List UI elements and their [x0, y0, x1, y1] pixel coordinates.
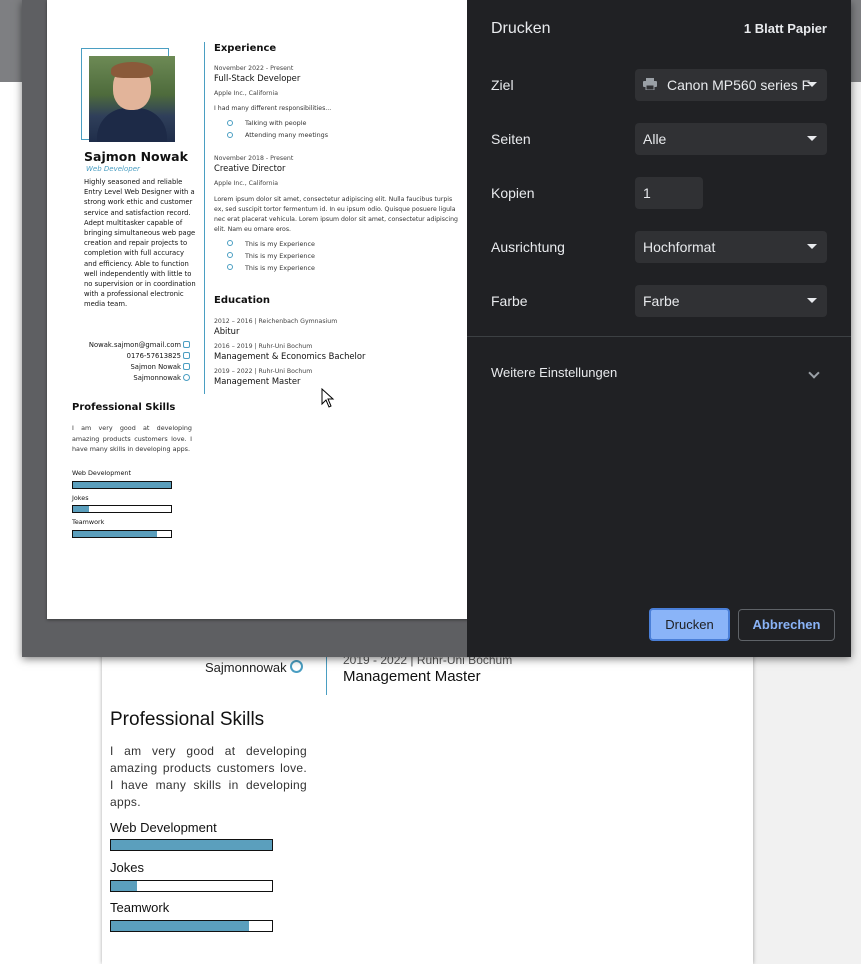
- contact-email: Nowak.sajmon@gmail.com: [88, 341, 181, 349]
- sheet-count: 1 Blatt Papier: [743, 21, 827, 36]
- skill-label: Web Development: [72, 469, 131, 477]
- education-heading: Education: [214, 295, 270, 306]
- contact-phone: 0176-57613825: [126, 352, 181, 360]
- resume-name: Sajmon Nowak: [84, 149, 188, 164]
- background-skill-label: Web Development: [110, 820, 217, 835]
- bullet-icon: [227, 252, 233, 258]
- background-skills-text: I am very good at developing amazing pro…: [110, 744, 307, 809]
- resume-role: Web Developer: [86, 165, 140, 173]
- print-preview-page[interactable]: Sajmon Nowak Web Developer Highly season…: [47, 0, 485, 619]
- phone-icon: [183, 352, 190, 359]
- job-description: I had many different responsibilities...: [214, 105, 332, 112]
- skill-bar-fill: [73, 482, 171, 488]
- edu-meta: 2019 – 2022 | Ruhr-Uni Bochum: [214, 368, 313, 375]
- copies-label: Kopien: [491, 185, 535, 201]
- contact-github: Sajmonnowak: [133, 374, 181, 382]
- photo-shirt: [97, 108, 167, 142]
- photo-hair: [111, 62, 153, 78]
- mouse-cursor-icon: [321, 388, 335, 408]
- settings-divider: [467, 336, 851, 337]
- column-divider: [204, 42, 205, 394]
- skill-label: Teamwork: [72, 518, 105, 526]
- profile-photo: [89, 56, 175, 142]
- pages-label: Seiten: [491, 131, 531, 147]
- github-icon: [183, 374, 190, 381]
- job-bullet: This is my Experience: [245, 264, 315, 272]
- linkedin-icon: [183, 363, 190, 370]
- color-select[interactable]: Farbe: [635, 285, 827, 317]
- skill-bar-fill: [73, 506, 89, 512]
- skills-heading: Professional Skills: [72, 402, 176, 413]
- job-bullet: Attending many meetings: [245, 131, 329, 139]
- email-icon: [183, 341, 190, 348]
- edu-meta: 2012 – 2016 | Reichenbach Gymnasium: [214, 318, 338, 325]
- chevron-down-icon: [807, 82, 817, 87]
- background-skill-bar: [110, 880, 273, 892]
- resume-bio: Highly seasoned and reliable Entry Level…: [84, 178, 196, 309]
- job-description: Lorem ipsum dolor sit amet, consectetur …: [214, 196, 458, 233]
- chevron-down-icon: [807, 244, 817, 249]
- skill-label: Jokes: [72, 494, 89, 502]
- skill-bar: [72, 530, 172, 538]
- chevron-down-icon: [807, 136, 817, 141]
- edu-degree: Abitur: [214, 326, 240, 336]
- more-settings-toggle[interactable]: Weitere Einstellungen: [491, 365, 617, 380]
- edu-meta: 2016 – 2019 | Ruhr-Uni Bochum: [214, 343, 313, 350]
- job-bullet: Talking with people: [245, 119, 307, 127]
- bullet-icon: [227, 132, 233, 138]
- skill-bar-fill: [111, 921, 250, 931]
- skill-bar-fill: [73, 531, 158, 537]
- job-date: November 2018 - Present: [214, 155, 294, 162]
- background-skills-heading: Professional Skills: [110, 709, 265, 730]
- chevron-down-icon: [807, 298, 817, 303]
- bullet-icon: [227, 120, 233, 126]
- job-title: Creative Director: [214, 163, 286, 173]
- color-value: Farbe: [643, 293, 680, 309]
- pages-select[interactable]: Alle: [635, 123, 827, 155]
- orientation-label: Ausrichtung: [491, 239, 565, 255]
- background-skill-bar: [110, 920, 273, 932]
- orientation-select[interactable]: Hochformat: [635, 231, 827, 263]
- print-settings-panel: Drucken 1 Blatt Papier Ziel Canon MP560 …: [467, 0, 851, 657]
- background-edu-degree: Management Master: [343, 668, 481, 685]
- destination-label: Ziel: [491, 77, 514, 93]
- skill-bar: [72, 481, 172, 489]
- color-label: Farbe: [491, 293, 528, 309]
- background-skill-label: Jokes: [110, 860, 144, 875]
- chevron-down-icon[interactable]: [808, 367, 820, 379]
- copies-input[interactable]: 1: [635, 177, 703, 209]
- skill-bar-fill: [111, 840, 272, 850]
- edu-degree: Management & Economics Bachelor: [214, 351, 366, 361]
- print-button[interactable]: Drucken: [649, 608, 730, 641]
- destination-select[interactable]: Canon MP560 series F: [635, 69, 827, 101]
- job-date: November 2022 - Present: [214, 65, 294, 72]
- contact-linkedin: Sajmon Nowak: [130, 363, 181, 371]
- skill-bar: [72, 505, 172, 513]
- dialog-title: Drucken: [491, 20, 551, 37]
- bullet-icon: [227, 240, 233, 246]
- job-title: Full-Stack Developer: [214, 73, 301, 83]
- job-bullet: This is my Experience: [245, 252, 315, 260]
- pages-value: Alle: [643, 131, 667, 147]
- background-skill-bar: [110, 839, 273, 851]
- job-company: Apple Inc., California: [214, 90, 279, 97]
- edu-degree: Management Master: [214, 376, 301, 386]
- background-column-divider: [326, 655, 327, 695]
- background-github-contact: Sajmonnowak: [205, 660, 287, 675]
- orientation-value: Hochformat: [643, 239, 716, 255]
- job-company: Apple Inc., California: [214, 180, 279, 187]
- github-icon: [290, 660, 303, 673]
- job-bullet: This is my Experience: [245, 240, 315, 248]
- cancel-button[interactable]: Abbrechen: [738, 609, 835, 641]
- background-skill-label: Teamwork: [110, 900, 170, 915]
- destination-value: Canon MP560 series F: [667, 77, 811, 93]
- skill-bar-fill: [111, 881, 137, 891]
- bullet-icon: [227, 264, 233, 270]
- experience-heading: Experience: [214, 43, 277, 54]
- skills-text: I am very good at developing amazing pro…: [72, 424, 192, 454]
- printer-icon: [643, 78, 657, 90]
